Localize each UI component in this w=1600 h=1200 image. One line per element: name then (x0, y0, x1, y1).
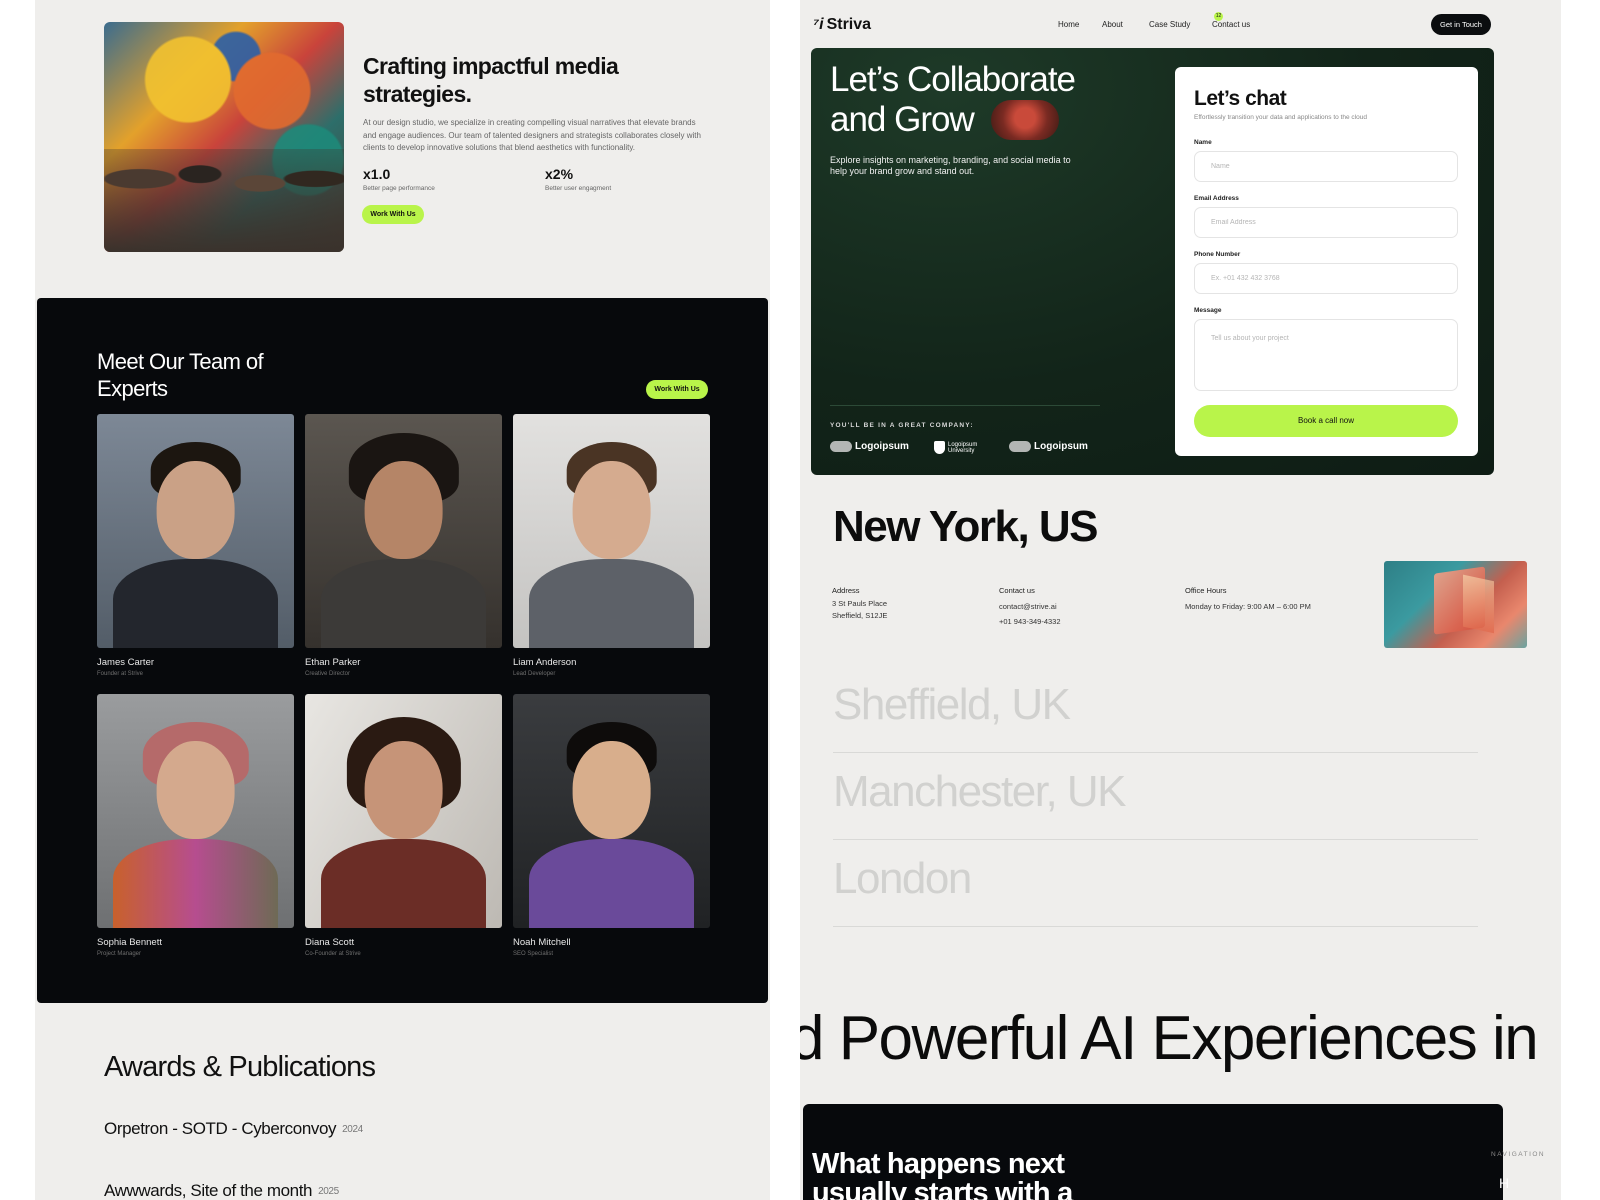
partner-logo: Logoipsum (1009, 441, 1088, 452)
company-label: YOU'LL BE IN A GREAT COMPANY: (830, 422, 974, 429)
email-label: Email Address (1194, 195, 1239, 202)
member-photo (513, 414, 710, 648)
phone-input[interactable] (1194, 263, 1458, 294)
team-member-card[interactable]: Noah Mitchell SEO Specialist (513, 694, 710, 957)
stat-performance: x1.0 Better page performance (363, 166, 435, 192)
member-photo (97, 414, 294, 648)
brand-mark-icon: ⁷i (813, 16, 824, 33)
member-name: James Carter (97, 657, 155, 668)
shield-icon (934, 441, 945, 454)
get-in-touch-button[interactable]: Get in Touch (1431, 14, 1491, 35)
email-input[interactable] (1194, 207, 1458, 238)
member-name: Diana Scott (305, 937, 355, 948)
team-member-card[interactable]: Diana Scott Co-Founder at Strive (305, 694, 502, 957)
book-call-button[interactable]: Book a call now (1194, 405, 1458, 437)
member-role: Lead Developer (513, 671, 556, 677)
team-member-card[interactable]: Sophia Bennett Project Manager (97, 694, 294, 957)
nav-home[interactable]: Home (1058, 20, 1079, 29)
stat-label: Better user engagment (545, 185, 612, 192)
award-year: 2025 (318, 1186, 339, 1197)
member-photo (97, 694, 294, 928)
office-hours-block: Office Hours Monday to Friday: 9:00 AM –… (1185, 586, 1311, 611)
award-item[interactable]: Awwwards, Site of the month 2025 (104, 1181, 339, 1200)
member-role: Creative Director (305, 671, 351, 677)
member-role: Project Manager (97, 951, 142, 957)
person-avatar (991, 100, 1059, 140)
city-item[interactable]: Manchester, UK (833, 767, 1127, 817)
stat-value: x1.0 (363, 166, 391, 182)
city-item[interactable]: Sheffield, UK (833, 680, 1071, 730)
contact-email[interactable]: contact@strive.ai (999, 601, 1061, 614)
member-name: Ethan Parker (305, 657, 361, 668)
message-label: Message (1194, 307, 1222, 314)
divider (830, 405, 1100, 406)
member-name: Noah Mitchell (513, 937, 571, 948)
award-name: Orpetron - SOTD - Cyberconvoy (104, 1119, 337, 1138)
divider (833, 926, 1478, 927)
form-subtitle: Effortlessly transition your data and ap… (1194, 114, 1367, 121)
partner-logo: Logoipsum (830, 441, 909, 452)
form-title: Let’s chat (1194, 87, 1287, 110)
name-label: Name (1194, 139, 1212, 146)
hero-description: At our design studio, we specialize in c… (363, 118, 701, 152)
message-input[interactable] (1194, 319, 1458, 391)
city-item[interactable]: London (833, 854, 972, 904)
hero-title: Crafting impactful media strategies. (363, 53, 619, 107)
team-member-card[interactable]: Ethan Parker Creative Director (305, 414, 502, 677)
stat-label: Better page performance (363, 185, 435, 192)
award-item[interactable]: Orpetron - SOTD - Cyberconvoy 2024 (104, 1119, 363, 1139)
nav-about[interactable]: About (1102, 20, 1123, 29)
member-name: Sophia Bennett (97, 937, 162, 948)
brand-name: Striva (826, 16, 872, 33)
navigation-letter[interactable]: H (1499, 1175, 1509, 1191)
member-name: Liam Anderson (513, 657, 577, 668)
nav-contact-us[interactable]: Contact us (1212, 20, 1250, 29)
member-photo (305, 414, 502, 648)
team-section: Meet Our Team of Experts Work With Us Ja… (37, 298, 768, 1003)
next-steps-title: What happens next usually starts with a (812, 1148, 1073, 1200)
brand-logo[interactable]: ⁷i Striva (813, 16, 871, 34)
contact-hero: Let’s Collaborate and Grow Explore insig… (811, 48, 1494, 475)
phone-label: Phone Number (1194, 251, 1241, 258)
contact-hero-description: Explore insights on marketing, branding,… (830, 155, 1071, 176)
divider (833, 839, 1478, 840)
team-member-card[interactable]: Liam Anderson Lead Developer (513, 414, 710, 677)
logoipsum-icon (830, 441, 852, 452)
member-role: Founder at Strive (97, 671, 144, 677)
contact-hero-title: Let’s Collaborate and Grow (830, 60, 1076, 139)
contact-block: Contact us contact@strive.ai +01 943-349… (999, 585, 1061, 629)
contact-form: Let’s chat Effortlessly transition your … (1175, 67, 1478, 456)
work-with-us-button[interactable]: Work With Us (362, 205, 424, 224)
office-team-photo (104, 22, 344, 252)
member-photo (305, 694, 502, 928)
navigation-label: NAVIGATION (1491, 1151, 1546, 1158)
awards-title: Awards & Publications (104, 1051, 376, 1083)
next-steps-section: What happens next usually starts with a (803, 1104, 1503, 1200)
contact-phone[interactable]: +01 943-349-4332 (999, 616, 1061, 629)
logoipsum-icon (1009, 441, 1031, 452)
award-name: Awwwards, Site of the month (104, 1181, 313, 1200)
contact-page-panel: ⁷i Striva Home About Case Study Contact u… (800, 0, 1561, 1200)
member-photo (513, 694, 710, 928)
member-role: Co-Founder at Strive (305, 951, 361, 957)
glass-cube-image (1384, 561, 1527, 648)
marquee-text: d Powerful AI Experiences in (800, 1004, 1539, 1073)
team-title: Meet Our Team of Experts (97, 349, 264, 401)
team-member-card[interactable]: James Carter Founder at Strive (97, 414, 294, 677)
nav-case-study[interactable]: Case Study (1149, 20, 1190, 29)
name-input[interactable] (1194, 151, 1458, 182)
team-work-with-us-button[interactable]: Work With Us (646, 380, 708, 399)
address-block: Address 3 St Pauls Place Sheffield, S12J… (832, 586, 888, 620)
stat-value: x2% (545, 166, 574, 182)
office-city-title: New York, US (833, 502, 1099, 551)
award-year: 2024 (342, 1124, 363, 1135)
member-role: SEO Specialist (513, 951, 554, 957)
nav-badge: 12 (1214, 12, 1223, 21)
studio-page-panel: Crafting impactful media strategies. At … (35, 0, 770, 1200)
stat-engagement: x2% Better user engagment (545, 166, 611, 192)
partner-logo: Logoipsum University (934, 441, 977, 454)
divider (833, 752, 1478, 753)
